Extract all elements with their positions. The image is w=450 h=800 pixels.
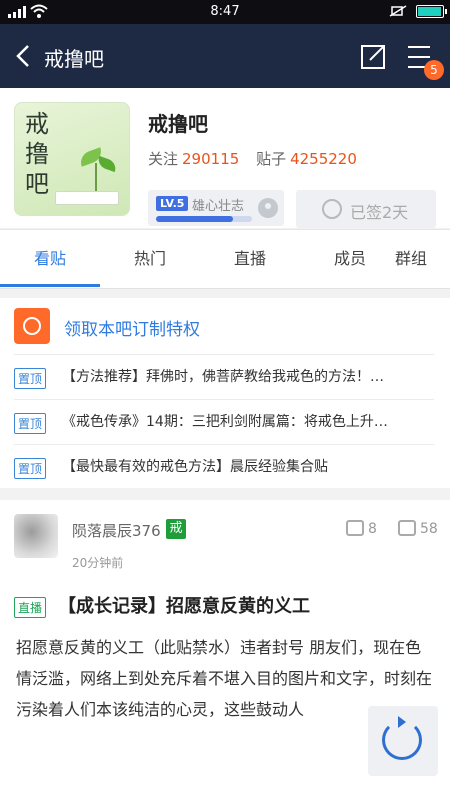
tab-posts[interactable]: 看贴	[0, 230, 100, 288]
signed-button[interactable]: 已签2天	[296, 190, 436, 228]
signed-label: 已签2天	[350, 203, 409, 222]
comment-button[interactable]: 58	[398, 520, 438, 537]
refresh-button[interactable]	[368, 706, 438, 776]
battery-icon	[416, 4, 447, 18]
back-icon[interactable]	[10, 42, 38, 70]
tab-members[interactable]: 成员	[300, 230, 400, 288]
app-title: 戒撸吧	[44, 47, 104, 71]
posts-count: 4255220	[290, 150, 357, 168]
book-icon	[55, 191, 119, 205]
level-name: 雄心壮志	[192, 199, 245, 214]
level-box[interactable]: LV.5 雄心壮志	[148, 190, 284, 226]
post-time: 20分钟前	[72, 556, 124, 570]
status-time: 8:47	[210, 4, 240, 19]
menu-badge: 5	[424, 60, 444, 80]
pinned-post[interactable]: 置顶 《戒色传承》14期：三把利剑附属篇：将戒色上升…	[14, 399, 434, 443]
avatar[interactable]	[14, 514, 58, 558]
privilege-text: 领取本吧订制特权	[64, 320, 200, 340]
tab-groups[interactable]: 群组	[395, 230, 450, 288]
notice-panel: 领取本吧订制特权 置顶 【方法推荐】拜佛时，佛菩萨教给我戒色的方法！… 置顶 《…	[0, 298, 450, 488]
forum-stats: 关注 290115 贴子 4255220	[148, 148, 369, 169]
post-title[interactable]: 【成长记录】招愿意反黄的义工	[58, 592, 310, 618]
logo-text: 戒撸吧	[25, 110, 49, 198]
forum-name: 戒撸吧	[148, 112, 208, 136]
tab-underline	[0, 284, 100, 287]
app-bar: 戒撸吧 5	[0, 24, 450, 88]
level-info-icon	[258, 198, 278, 218]
author-tag: 戒	[166, 519, 186, 539]
like-button[interactable]: 8	[346, 520, 377, 537]
pinned-title: 《戒色传承》14期：三把利剑附属篇：将戒色上升…	[62, 414, 388, 430]
tab-live[interactable]: 直播	[200, 230, 300, 288]
pinned-title: 【最快最有效的戒色方法】晨辰经验集合贴	[62, 459, 328, 475]
level-progress	[156, 216, 252, 222]
comment-icon	[398, 520, 416, 536]
forum-header: 戒撸吧 戒撸吧 关注 290115 贴子 4255220 LV.5 雄心壮志 已签2…	[0, 88, 450, 228]
privilege-icon	[14, 308, 50, 344]
status-bar: 8:47	[0, 0, 450, 24]
follow-label: 关注	[148, 150, 179, 168]
posts-label: 贴子	[256, 150, 287, 168]
tab-hot[interactable]: 热门	[100, 230, 200, 288]
follow-count: 290115	[182, 150, 240, 168]
like-count: 8	[368, 521, 377, 537]
compose-icon[interactable]	[360, 42, 388, 70]
pinned-badge: 置顶	[14, 413, 47, 434]
level-badge: LV.5	[156, 196, 189, 211]
comment-count: 58	[420, 521, 438, 537]
tab-bar: 看贴 热门 直播 成员 群组	[0, 229, 450, 289]
live-badge: 直播	[14, 597, 47, 618]
pinned-badge: 置顶	[14, 368, 47, 389]
thumb-up-icon	[346, 520, 364, 536]
author-name[interactable]: 陨落晨辰376	[72, 520, 161, 541]
forum-logo: 戒撸吧	[14, 102, 130, 216]
pinned-post[interactable]: 置顶 【方法推荐】拜佛时，佛菩萨教给我戒色的方法！…	[14, 354, 434, 398]
check-icon	[322, 199, 342, 219]
pinned-badge: 置顶	[14, 458, 47, 479]
pinned-title: 【方法推荐】拜佛时，佛菩萨教给我戒色的方法！…	[62, 369, 384, 385]
mute-icon	[389, 5, 407, 17]
pinned-post[interactable]: 置顶 【最快最有效的戒色方法】晨辰经验集合贴	[14, 444, 434, 488]
